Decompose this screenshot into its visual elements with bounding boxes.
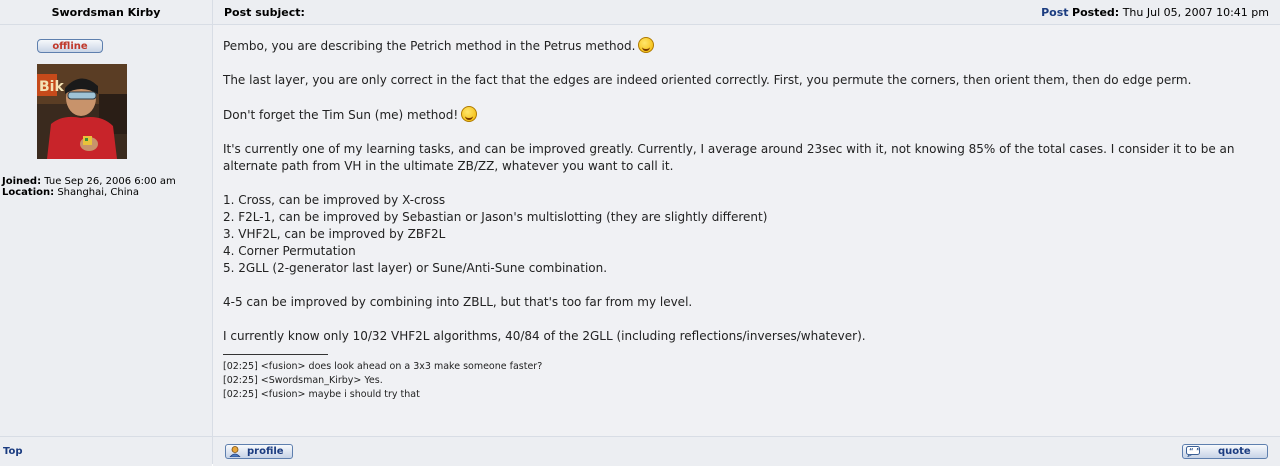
profile-button[interactable]: profile: [225, 444, 293, 459]
signature-divider: [223, 354, 328, 355]
author-name: Swordsman Kirby: [0, 0, 212, 24]
forum-post: Swordsman Kirby Post subject: Post Poste…: [0, 0, 1280, 466]
svg-text:Bik: Bik: [39, 79, 64, 95]
message-paragraph: The last layer, you are only correct in …: [223, 73, 1192, 87]
signature-line: [02:25] <fusion> maybe i should try that: [223, 389, 420, 400]
post-subject-label: Post subject:: [224, 5, 305, 19]
list-item: 5. 2GLL (2-generator last layer) or Sune…: [223, 261, 608, 275]
list-item: 2. F2L-1, can be improved by Sebastian o…: [223, 210, 768, 224]
grin-smiley-icon: [461, 106, 478, 122]
signature: [02:25] <fusion> does look ahead on a 3x…: [223, 360, 1280, 402]
post-actions: profile “ ” quote: [213, 437, 1280, 466]
razz-smiley-icon: [638, 37, 655, 53]
posted-label: Posted:: [1072, 5, 1120, 19]
joined-date: Tue Sep 26, 2006 6:00 am: [44, 176, 176, 187]
author-details: Joined: Tue Sep 26, 2006 6:00 am Locatio…: [2, 176, 176, 198]
signature-line: [02:25] <fusion> does look ahead on a 3x…: [223, 361, 543, 372]
author-profile: offline Bik Joined: Tue Sep 26, 2006 6:0…: [0, 25, 212, 436]
post-message: Pembo, you are describing the Petrich me…: [213, 25, 1280, 436]
svg-text:“ ”: “ ”: [1189, 447, 1200, 455]
avatar: Bik: [37, 64, 127, 159]
post-permalink[interactable]: Post: [1041, 6, 1068, 19]
back-to-top-link[interactable]: Top: [0, 437, 212, 466]
message-paragraph: I currently know only 10/32 VHF2L algori…: [223, 329, 866, 343]
message-paragraph: It's currently one of my learning tasks,…: [223, 142, 1235, 173]
avatar-image: Bik: [37, 64, 127, 159]
location-label: Location:: [2, 187, 55, 198]
quote-button[interactable]: “ ” quote: [1182, 444, 1268, 459]
list-item: 4. Corner Permutation: [223, 244, 356, 258]
user-icon: [229, 446, 241, 457]
post-meta: Post Posted: Thu Jul 05, 2007 10:41 pm: [1041, 6, 1269, 19]
joined-label: Joined:: [2, 176, 42, 187]
message-paragraph: Don't forget the Tim Sun (me) method!: [223, 106, 1280, 124]
list-item: 1. Cross, can be improved by X-cross: [223, 193, 446, 207]
message-paragraph: 4-5 can be improved by combining into ZB…: [223, 295, 693, 309]
quote-bubble-icon: “ ”: [1186, 446, 1200, 457]
posted-date: Thu Jul 05, 2007 10:41 pm: [1122, 5, 1269, 19]
signature-line: [02:25] <Swordsman_Kirby> Yes.: [223, 375, 383, 386]
method-steps-list: 1. Cross, can be improved by X-cross 2. …: [223, 192, 1280, 277]
online-status-badge: offline: [37, 39, 103, 53]
list-item: 3. VHF2L, can be improved by ZBF2L: [223, 227, 446, 241]
location-value: Shanghai, China: [57, 187, 139, 198]
post-header: Post subject: Post Posted: Thu Jul 05, 2…: [213, 0, 1280, 24]
message-paragraph: Pembo, you are describing the Petrich me…: [223, 37, 1280, 55]
